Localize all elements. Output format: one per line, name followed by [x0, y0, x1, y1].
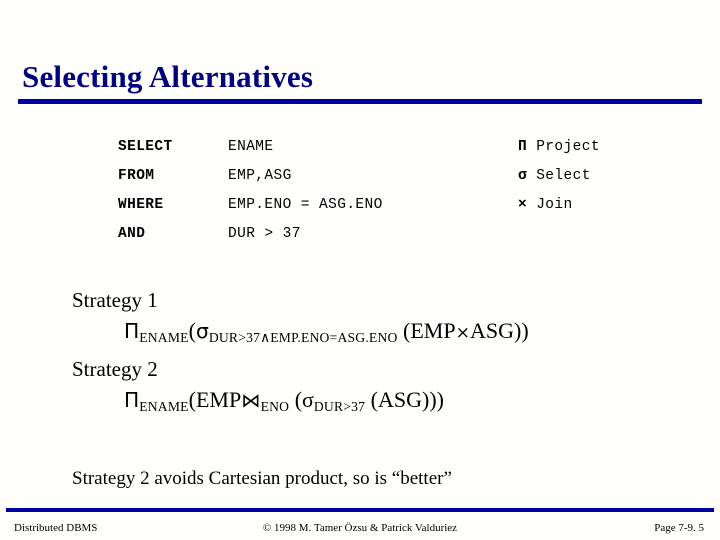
strategy-2-formula: ΠENAME(EMP⋈ENO (σDUR>37 (ASG))): [72, 383, 712, 424]
legend-item-join: × Join: [518, 191, 573, 220]
title-divider: [18, 99, 702, 104]
sigma-symbol-icon: σ: [518, 168, 528, 184]
sql-value: ENAME: [228, 139, 274, 155]
sigma-subscript: DUR>37: [313, 398, 366, 414]
sql-row: FROM EMP,ASG σ Select: [118, 162, 678, 191]
sql-query-block: SELECT ENAME Π Project FROM EMP,ASG σ Se…: [118, 133, 678, 249]
footer-page-number: Page 7-9. 5: [654, 522, 704, 534]
sql-keyword: AND: [118, 226, 146, 242]
sql-row: SELECT ENAME Π Project: [118, 133, 678, 162]
sigma-operator-icon: σ: [196, 319, 209, 343]
pi-operator-icon: Π: [124, 387, 140, 412]
legend-label-join: Join: [527, 197, 573, 213]
strategy-1-formula: ΠENAME(σDUR>37∧EMP.ENO=ASG.ENO (EMP×ASG)…: [72, 314, 712, 355]
footer: Distributed DBMS © 1998 M. Tamer Özsu & …: [0, 520, 720, 540]
strategy-1-heading: Strategy 1: [72, 288, 158, 312]
strategies-block: Strategy 1 ΠENAME(σDUR>37∧EMP.ENO=ASG.EN…: [72, 286, 712, 424]
formula-operand-left: (EMP: [397, 318, 456, 343]
join-subscript: ENO: [260, 398, 290, 414]
sql-keyword: WHERE: [118, 197, 164, 213]
legend-item-project: Π Project: [518, 133, 600, 162]
sql-keyword: FROM: [118, 168, 155, 184]
natural-join-icon: ⋈: [241, 388, 261, 412]
sql-keyword: SELECT: [118, 139, 173, 155]
sigma-subscript: DUR>37∧EMP.ENO=ASG.ENO: [208, 329, 398, 345]
pi-subscript: ENAME: [139, 398, 189, 414]
formula-operand-right: ASG)): [470, 318, 529, 343]
page-title: Selecting Alternatives: [22, 59, 314, 94]
sql-row: AND DUR > 37: [118, 220, 678, 249]
sigma-open: (σ: [289, 386, 314, 412]
sql-row: WHERE EMP.ENO = ASG.ENO × Join: [118, 191, 678, 220]
strategy-2-heading: Strategy 2: [72, 356, 158, 381]
pi-operator-icon: Π: [124, 319, 140, 343]
legend-label-project: Project: [527, 139, 600, 155]
conclusion-text: Strategy 2 avoids Cartesian product, so …: [72, 468, 452, 489]
footer-divider: [6, 508, 714, 512]
formula-operand-left: (EMP: [188, 386, 242, 412]
legend-label-select: Select: [527, 168, 591, 184]
legend-item-select: σ Select: [518, 162, 591, 191]
title-block: Selecting Alternatives: [0, 58, 720, 104]
open-paren: (: [188, 318, 196, 343]
pi-symbol-icon: Π: [518, 139, 528, 155]
sql-value: EMP,ASG: [228, 168, 292, 184]
times-symbol-icon: ×: [518, 197, 528, 213]
sql-value: DUR > 37: [228, 226, 301, 242]
slide: Selecting Alternatives SELECT ENAME Π Pr…: [0, 0, 720, 540]
cartesian-product-icon: ×: [455, 323, 470, 343]
formula-operand-right: (ASG))): [365, 386, 444, 412]
pi-subscript: ENAME: [139, 329, 189, 345]
footer-copyright: © 1998 M. Tamer Özsu & Patrick Valduriez: [262, 522, 458, 534]
sql-value: EMP.ENO = ASG.ENO: [228, 197, 383, 213]
